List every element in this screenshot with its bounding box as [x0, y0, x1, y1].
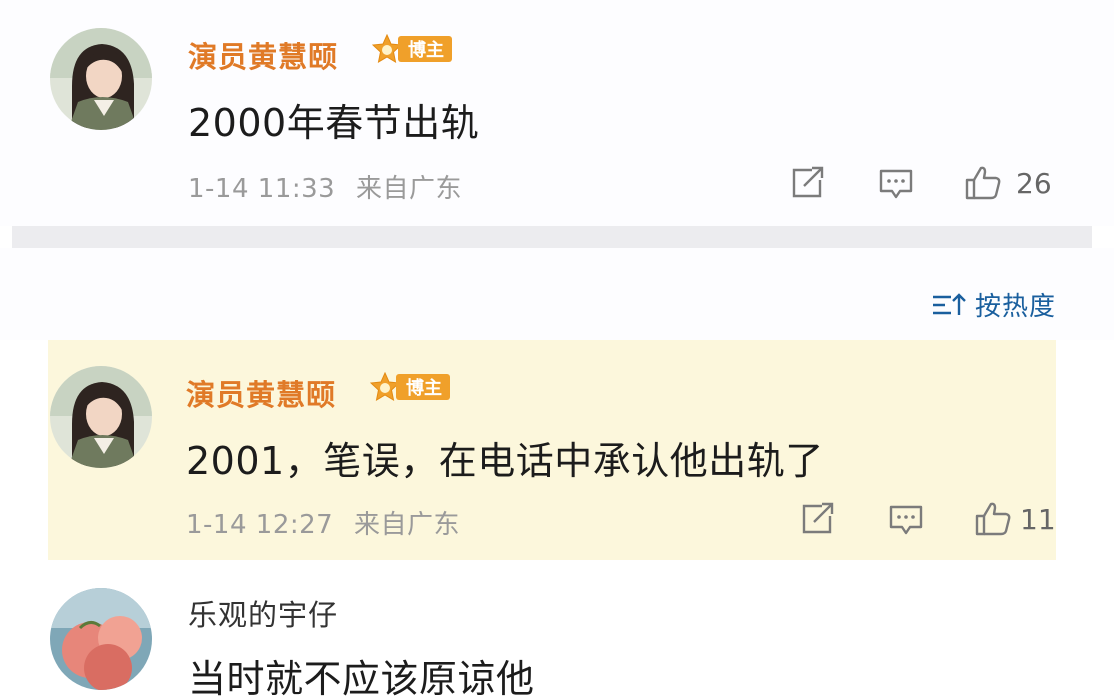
reply-text: 2001，笔误，在电话中承认他出轨了	[186, 439, 824, 483]
avatar[interactable]	[50, 366, 152, 468]
comment-icon	[889, 505, 923, 535]
reply-meta: 1-14 12:27 来自广东	[186, 504, 460, 541]
like-count: 11	[1020, 502, 1056, 536]
thumbs-up-icon	[965, 166, 1001, 200]
thumbs-up-icon	[975, 502, 1011, 536]
avatar[interactable]	[50, 28, 152, 130]
reply-time: 1-14 12:27	[186, 510, 334, 540]
post-time: 1-14 11:33	[188, 174, 336, 204]
like-count: 26	[1016, 166, 1052, 200]
post-source: 来自广东	[355, 174, 462, 204]
like-button[interactable]: 26	[964, 164, 1052, 202]
comment-thread: 演员黄慧颐 博主 2000年春节出轨 1-14 11:33 来自广东 26 按热…	[0, 0, 1114, 696]
share-button[interactable]	[800, 502, 836, 536]
blogger-badge: 博主	[372, 34, 452, 64]
reply-text: 当时就不应该原谅他	[188, 657, 535, 696]
author-name[interactable]: 演员黄慧颐	[186, 372, 336, 414]
sort-bar: 按热度	[0, 248, 1114, 340]
section-divider	[12, 226, 1092, 248]
comment-button[interactable]	[888, 504, 924, 536]
like-button[interactable]: 11	[974, 500, 1056, 538]
share-icon	[802, 502, 834, 534]
sort-icon	[932, 292, 966, 315]
badge-label: 博主	[396, 374, 450, 400]
comment-button[interactable]	[878, 168, 914, 200]
reply-source: 来自广东	[353, 510, 460, 540]
author-name[interactable]: 演员黄慧颐	[188, 34, 338, 76]
avatar[interactable]	[50, 588, 152, 690]
blogger-badge: 博主	[370, 372, 450, 402]
pinned-reply: 演员黄慧颐 博主 2001，笔误，在电话中承认他出轨了 1-14 12:27 来…	[48, 340, 1056, 560]
post-meta: 1-14 11:33 来自广东	[188, 168, 462, 205]
share-icon	[792, 166, 824, 198]
comment-icon	[879, 169, 913, 199]
share-button[interactable]	[790, 166, 826, 200]
sort-by-hot-button[interactable]: 按热度	[931, 286, 1056, 323]
reply-author-name[interactable]: 乐观的宇仔	[188, 592, 338, 634]
original-post: 演员黄慧颐 博主 2000年春节出轨 1-14 11:33 来自广东 26	[0, 0, 1114, 226]
sort-label: 按热度	[974, 292, 1056, 322]
post-text: 2000年春节出轨	[188, 101, 480, 145]
badge-label: 博主	[398, 36, 452, 62]
